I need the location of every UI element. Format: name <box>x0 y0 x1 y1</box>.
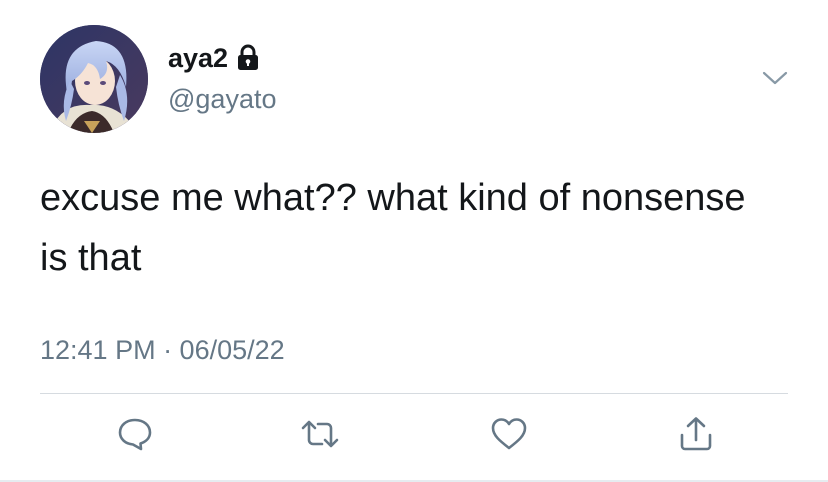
user-handle[interactable]: @gayato <box>168 82 276 116</box>
chevron-down-icon[interactable] <box>760 68 790 88</box>
comment-icon <box>117 416 153 457</box>
share-icon <box>677 415 715 458</box>
user-name-row: aya2 <box>168 41 260 75</box>
share-button[interactable] <box>674 414 718 458</box>
tweet-card: aya2 @gayato excuse me what?? what kind … <box>0 0 828 482</box>
retweet-button[interactable] <box>298 414 342 458</box>
divider <box>40 393 788 394</box>
avatar[interactable] <box>40 25 148 133</box>
reply-button[interactable] <box>113 414 157 458</box>
heart-icon <box>490 416 528 457</box>
display-name[interactable]: aya2 <box>168 41 228 75</box>
retweet-icon <box>300 416 340 457</box>
tweet-timestamp[interactable]: 12:41 PM · 06/05/22 <box>40 331 285 369</box>
lock-icon <box>236 44 260 72</box>
like-button[interactable] <box>487 414 531 458</box>
action-bar <box>0 414 828 460</box>
tweet-text: excuse me what?? what kind of nonsense i… <box>40 177 746 279</box>
